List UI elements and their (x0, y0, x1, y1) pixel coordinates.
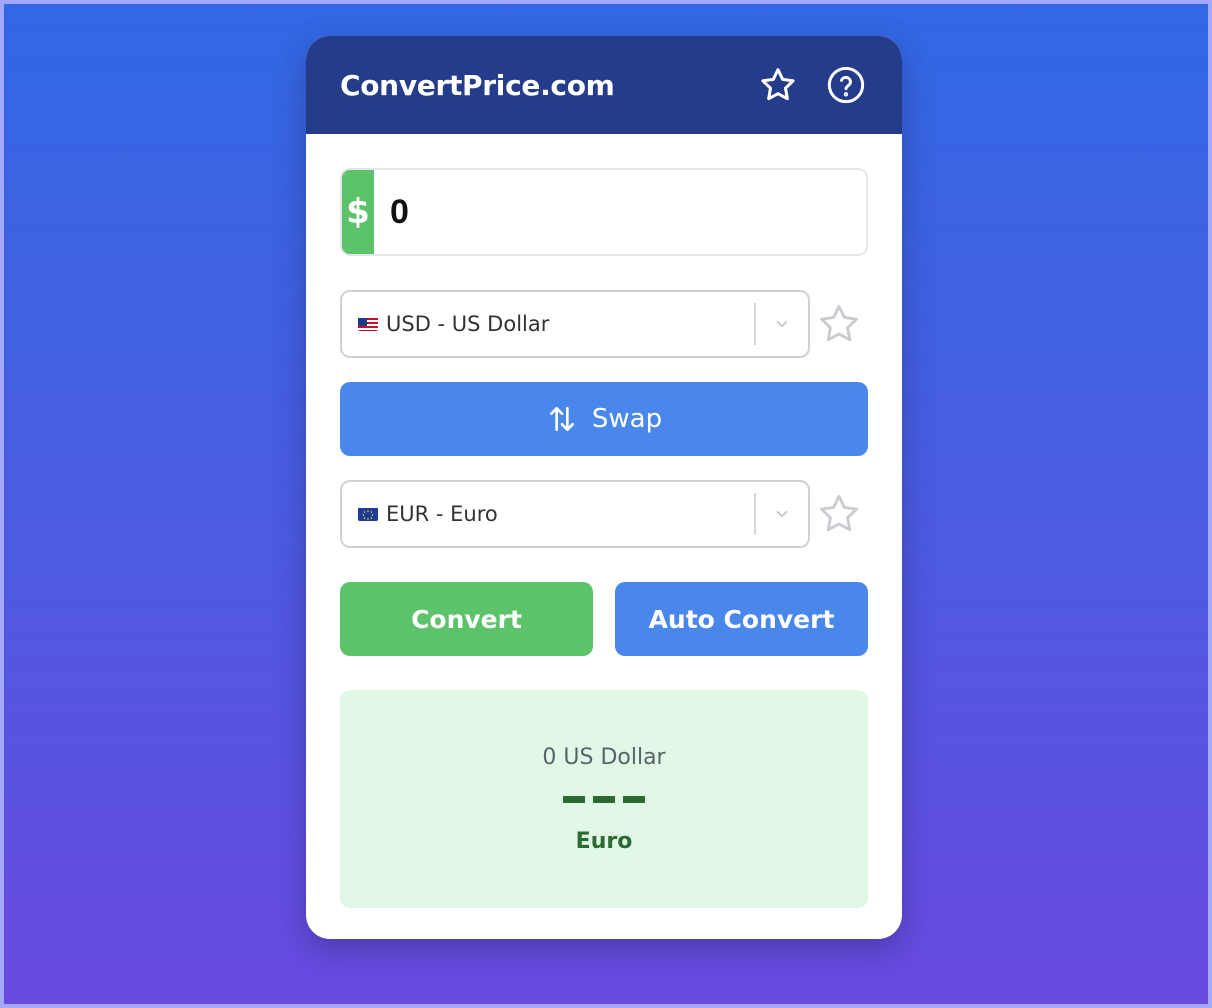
favorite-star-icon[interactable] (756, 63, 800, 107)
dash (563, 795, 585, 803)
dash (623, 795, 645, 803)
result-from-text: 0 US Dollar (542, 744, 666, 770)
chevron-down-icon[interactable] (756, 505, 808, 523)
from-currency-select[interactable]: USD - US Dollar (340, 290, 810, 358)
to-currency-select[interactable]: EUR - Euro (340, 480, 810, 548)
swap-label: Swap (591, 404, 663, 434)
converter-card: ConvertPrice.com $ USD - US Dollar (306, 36, 902, 939)
brand-title: ConvertPrice.com (340, 68, 615, 102)
result-placeholder-dashes (563, 795, 645, 803)
chevron-down-icon[interactable] (756, 315, 808, 333)
currency-symbol: $ (342, 170, 374, 254)
favorite-from-star-icon[interactable] (810, 301, 868, 347)
eu-flag-icon (358, 507, 378, 521)
result-to-text: Euro (575, 828, 633, 854)
swap-arrows-icon (546, 403, 578, 435)
result-panel: 0 US Dollar Euro (340, 690, 868, 908)
help-icon[interactable] (824, 63, 868, 107)
to-currency-label: EUR - Euro (386, 502, 498, 526)
amount-field: $ (340, 168, 868, 256)
converter-body: $ USD - US Dollar Swap (306, 134, 902, 908)
dash (593, 795, 615, 803)
to-currency-row: EUR - Euro (340, 480, 868, 548)
us-flag-icon (358, 317, 378, 331)
convert-button[interactable]: Convert (340, 582, 593, 656)
from-currency-label: USD - US Dollar (386, 312, 550, 336)
header: ConvertPrice.com (306, 36, 902, 134)
amount-input[interactable] (374, 170, 866, 254)
favorite-to-star-icon[interactable] (810, 491, 868, 537)
action-buttons: Convert Auto Convert (340, 582, 868, 656)
auto-convert-button[interactable]: Auto Convert (615, 582, 868, 656)
swap-button[interactable]: Swap (340, 382, 868, 456)
from-currency-row: USD - US Dollar (340, 290, 868, 358)
